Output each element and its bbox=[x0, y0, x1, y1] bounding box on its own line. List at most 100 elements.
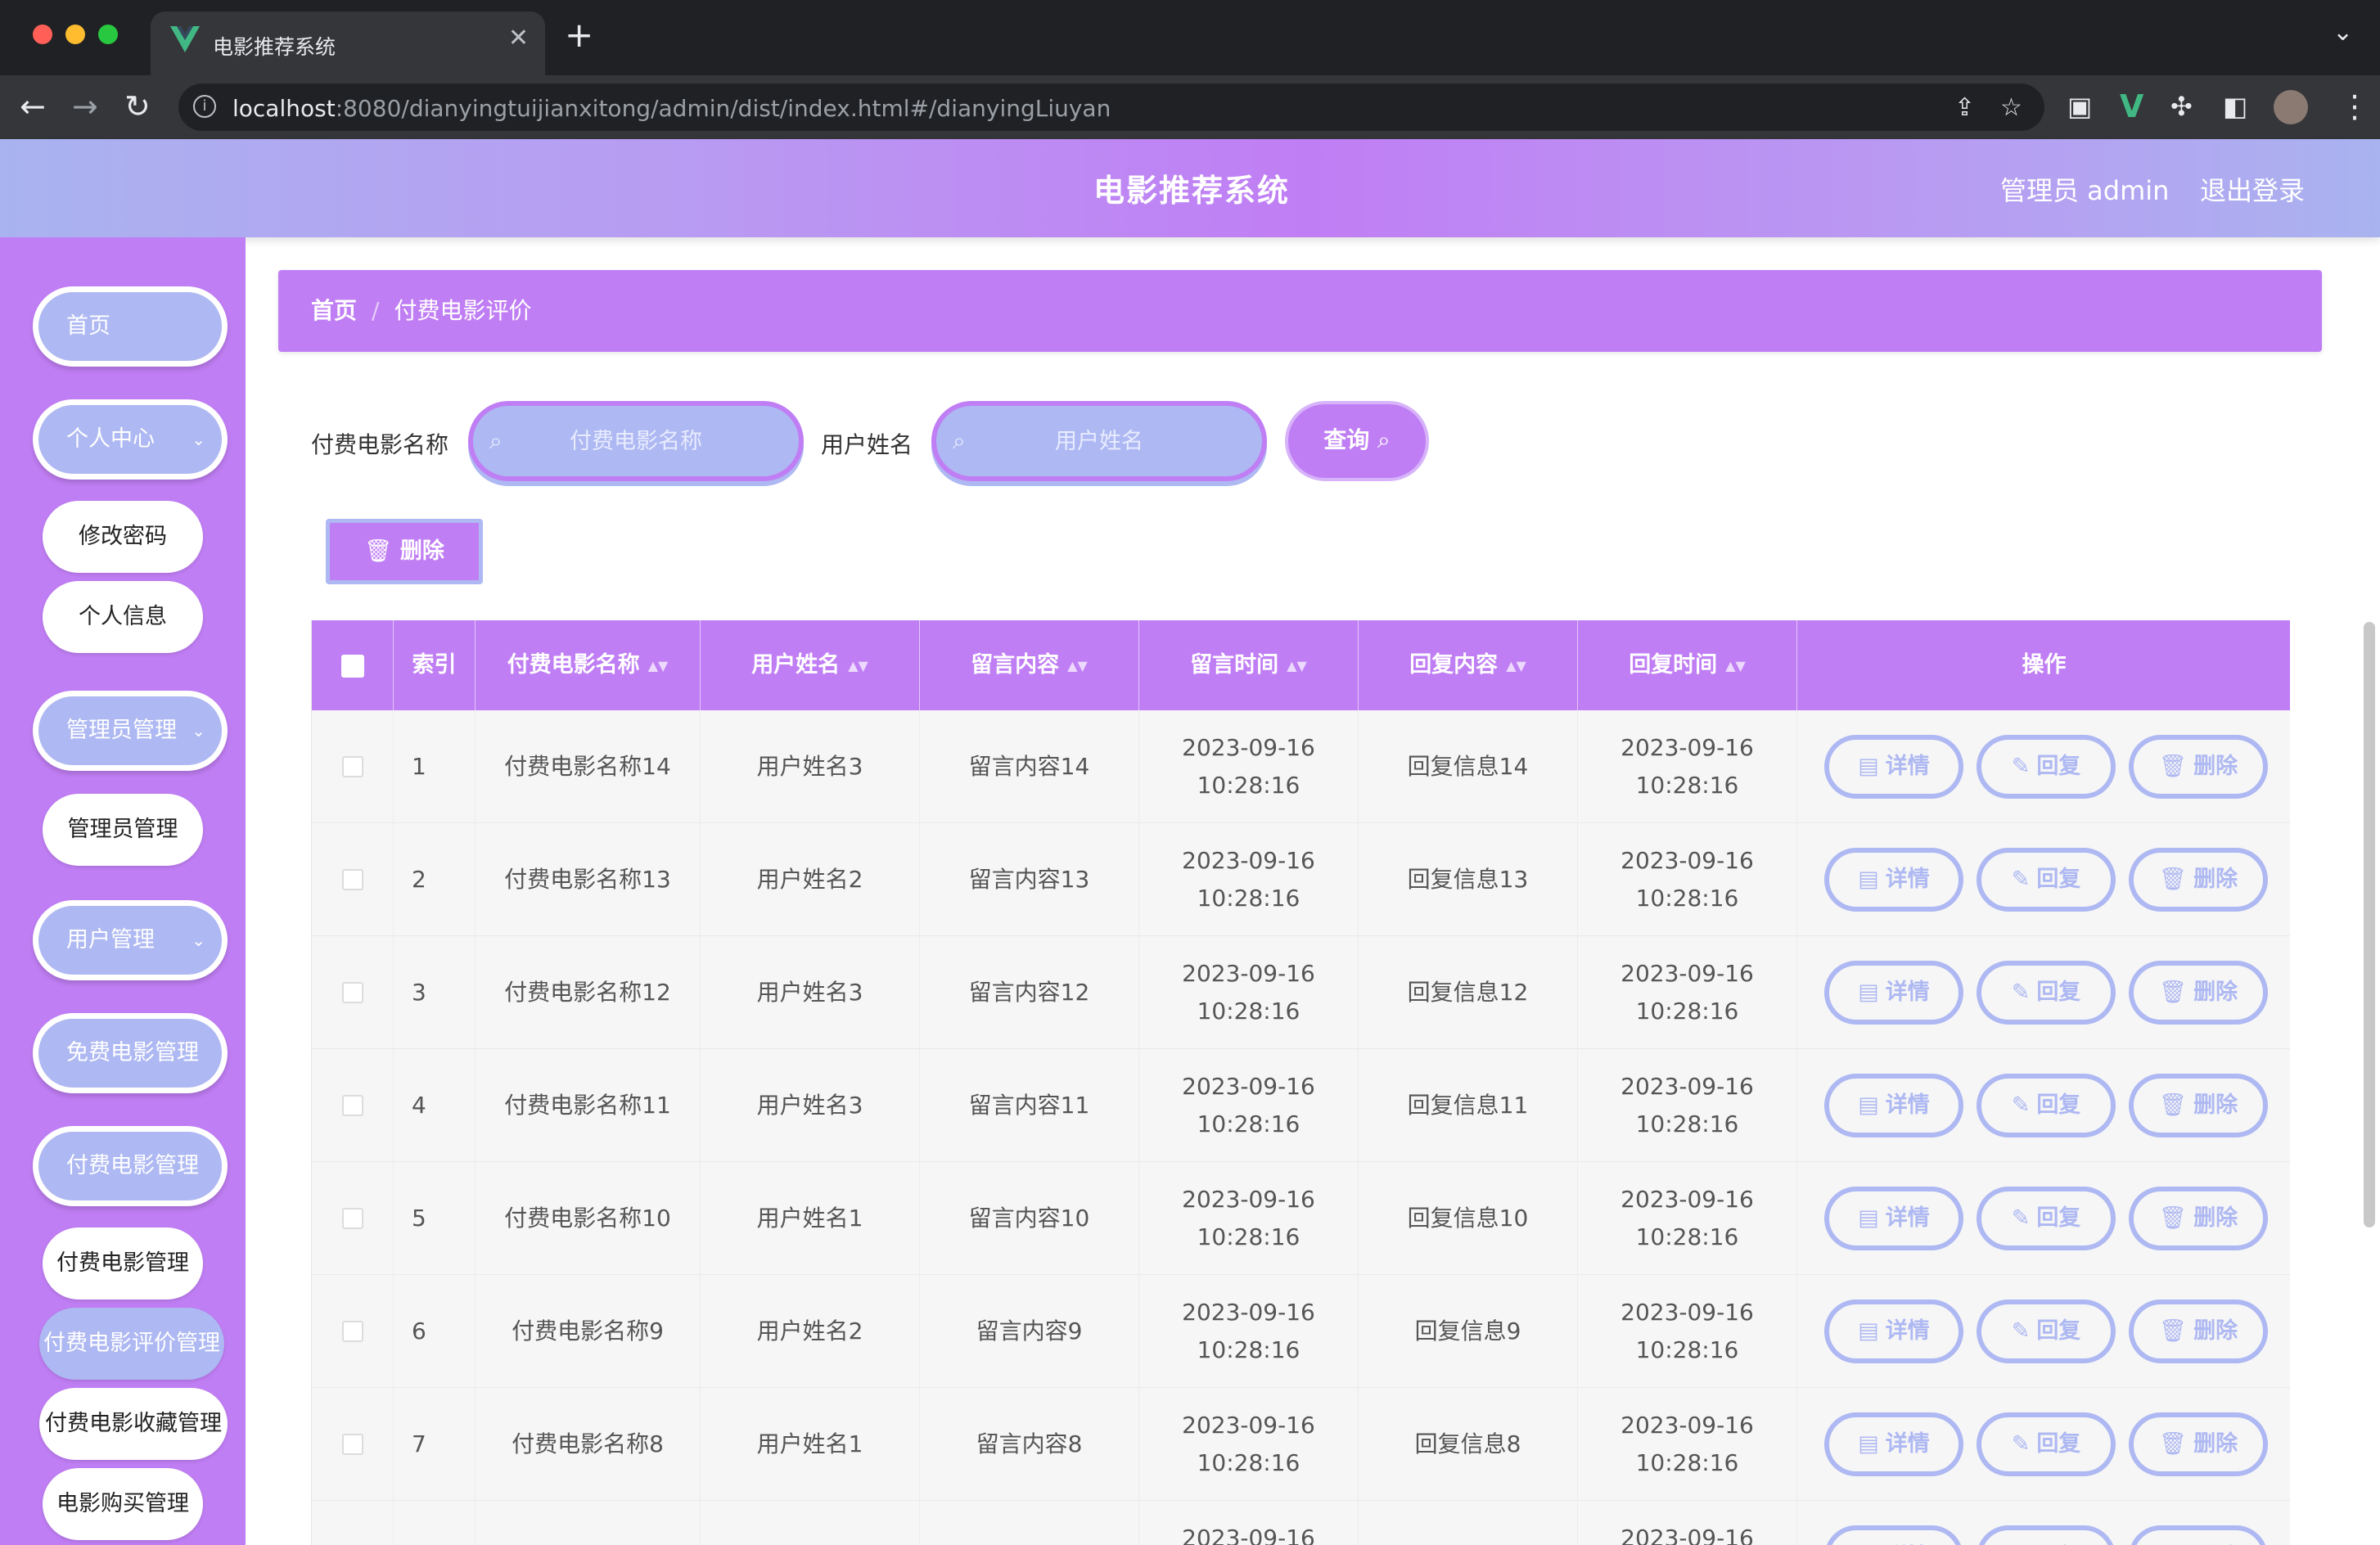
column-header-reply-time[interactable]: 回复时间 ▲▼ bbox=[1578, 620, 1797, 710]
bookmark-star-icon[interactable]: ☆ bbox=[2000, 93, 2022, 122]
sidebar-item-home[interactable]: 首页 bbox=[33, 286, 228, 367]
side-panel-icon[interactable]: ◧ bbox=[2223, 88, 2247, 124]
breadcrumb-home[interactable]: 首页 bbox=[311, 297, 357, 324]
row-checkbox[interactable] bbox=[341, 1321, 363, 1342]
column-header-actions: 操作 bbox=[2022, 652, 2067, 678]
sidebar-item-label: 管理员管理 bbox=[66, 718, 177, 743]
delete-button[interactable]: 🗑删除 bbox=[2129, 1525, 2268, 1545]
reply-button[interactable]: ✎回复 bbox=[1977, 961, 2116, 1025]
reply-time-cell-text: 2023-09-16 10:28:16 bbox=[1620, 1186, 1754, 1250]
row-checkbox[interactable] bbox=[341, 869, 363, 890]
reply-button[interactable]: ✎回复 bbox=[1977, 1412, 2116, 1476]
window-zoom-dot[interactable] bbox=[98, 25, 118, 44]
row-checkbox[interactable] bbox=[341, 756, 363, 777]
select-all-checkbox[interactable] bbox=[340, 654, 364, 678]
column-header-user[interactable]: 用户姓名 ▲▼ bbox=[701, 620, 920, 710]
sidebar-item-personal-center[interactable]: 个人中心 ⌄ bbox=[33, 399, 228, 480]
sidebar-item-movie-purchase-management[interactable]: 电影购买管理 bbox=[43, 1468, 203, 1540]
sort-arrows-icon[interactable]: ▲▼ bbox=[1287, 658, 1307, 673]
vue-devtools-icon[interactable]: V bbox=[2120, 88, 2143, 124]
tab-close-icon[interactable]: ✕ bbox=[508, 26, 529, 51]
sidebar-item-free-movie-management[interactable]: 免费电影管理 bbox=[33, 1013, 228, 1093]
sidebar-item-personal-info[interactable]: 个人信息 bbox=[43, 581, 203, 653]
sidebar-item-paid-movie-favorite-management[interactable]: 付费电影收藏管理 bbox=[39, 1388, 228, 1460]
sidebar-item-paid-movie-review-management[interactable]: 付费电影评价管理 bbox=[39, 1308, 224, 1380]
column-header-index: 索引 bbox=[394, 620, 476, 710]
message-time-cell-text: 2023-09-16 10:28:16 bbox=[1182, 1412, 1315, 1476]
window-close-dot[interactable] bbox=[33, 25, 52, 44]
sort-arrows-icon[interactable]: ▲▼ bbox=[1506, 658, 1526, 673]
delete-button[interactable]: 🗑删除 bbox=[2129, 848, 2268, 912]
column-header-message[interactable]: 留言内容 ▲▼ bbox=[920, 620, 1139, 710]
reply-button[interactable]: ✎回复 bbox=[1977, 848, 2116, 912]
sidebar-item-change-password[interactable]: 修改密码 bbox=[43, 501, 203, 573]
sidebar-item-user-management[interactable]: 用户管理 ⌄ bbox=[33, 900, 228, 980]
index-cell-text: 2 bbox=[412, 866, 426, 893]
sidebar-item-paid-movie-management[interactable]: 付费电影管理 bbox=[33, 1126, 228, 1206]
detail-button[interactable]: ▤详情 bbox=[1824, 1525, 1963, 1545]
column-header-reply[interactable]: 回复内容 ▲▼ bbox=[1359, 620, 1578, 710]
tab-search-chevron-icon[interactable]: ⌄ bbox=[2333, 18, 2353, 47]
sort-arrows-icon[interactable]: ▲▼ bbox=[1067, 658, 1088, 673]
row-checkbox[interactable] bbox=[341, 1208, 363, 1229]
profile-avatar[interactable] bbox=[2274, 90, 2308, 124]
detail-button[interactable]: ▤详情 bbox=[1824, 1074, 1963, 1137]
reload-button[interactable]: ↻ bbox=[124, 88, 151, 124]
user-name-search[interactable]: ⌕ bbox=[931, 401, 1267, 481]
movie-name-input[interactable] bbox=[473, 406, 799, 476]
delete-button[interactable]: 🗑删除 bbox=[2129, 1412, 2268, 1476]
sort-arrows-icon[interactable]: ▲▼ bbox=[1725, 658, 1746, 673]
sidebar-item-admin-management-sub[interactable]: 管理员管理 bbox=[43, 794, 203, 866]
row-checkbox[interactable] bbox=[341, 982, 363, 1003]
reply-button[interactable]: ✎回复 bbox=[1977, 1187, 2116, 1250]
delete-button[interactable]: 🗑删除 bbox=[2129, 735, 2268, 799]
sort-arrows-icon[interactable]: ▲▼ bbox=[648, 658, 669, 673]
window-minimize-dot[interactable] bbox=[65, 25, 85, 44]
delete-button[interactable]: 🗑删除 bbox=[2129, 1074, 2268, 1137]
new-tab-button[interactable]: + bbox=[565, 18, 593, 52]
address-bar[interactable]: i localhost:8080/dianyingtuijianxitong/a… bbox=[178, 83, 2044, 131]
extension-icon[interactable]: ▣ bbox=[2067, 88, 2092, 124]
row-select-cell bbox=[312, 936, 394, 1049]
user-name-input[interactable] bbox=[936, 406, 1262, 476]
detail-button[interactable]: ▤详情 bbox=[1824, 961, 1963, 1025]
puzzle-extensions-icon[interactable]: ✣ bbox=[2170, 88, 2193, 124]
share-icon[interactable]: ⇪ bbox=[1954, 93, 1975, 122]
sort-arrows-icon[interactable]: ▲▼ bbox=[848, 658, 868, 673]
delete-button[interactable]: 🗑删除 bbox=[2129, 1187, 2268, 1250]
movie-name-search[interactable]: ⌕ bbox=[468, 401, 804, 481]
query-button[interactable]: 查询 ⌕ bbox=[1285, 401, 1429, 481]
sidebar-item-admin-management[interactable]: 管理员管理 ⌄ bbox=[33, 691, 228, 771]
message-cell: 留言内容8 bbox=[920, 1388, 1139, 1501]
movie-name-cell-text: 付费电影名称8 bbox=[512, 1430, 664, 1457]
detail-button[interactable]: ▤详情 bbox=[1824, 1300, 1963, 1363]
detail-button[interactable]: ▤详情 bbox=[1824, 735, 1963, 799]
reply-button[interactable]: ✎回复 bbox=[1977, 1525, 2116, 1545]
detail-button[interactable]: ▤详情 bbox=[1824, 1187, 1963, 1250]
back-button[interactable]: ← bbox=[20, 88, 46, 124]
column-header-message-time[interactable]: 留言时间 ▲▼ bbox=[1139, 620, 1359, 710]
sidebar-item-paid-movie-management-sub[interactable]: 付费电影管理 bbox=[43, 1227, 203, 1300]
reply-button[interactable]: ✎回复 bbox=[1977, 1300, 2116, 1363]
detail-button[interactable]: ▤详情 bbox=[1824, 848, 1963, 912]
browser-menu-icon[interactable]: ⋮ bbox=[2339, 88, 2370, 124]
forward-button[interactable]: → bbox=[72, 88, 98, 124]
batch-delete-button[interactable]: 🗑 删除 bbox=[326, 519, 483, 584]
delete-button[interactable]: 🗑删除 bbox=[2129, 1300, 2268, 1363]
reply-button[interactable]: ✎回复 bbox=[1977, 735, 2116, 799]
reply-cell-text: 回复信息10 bbox=[1407, 1205, 1529, 1232]
address-url[interactable]: localhost:8080/dianyingtuijianxitong/adm… bbox=[232, 95, 1111, 122]
detail-button[interactable]: ▤详情 bbox=[1824, 1412, 1963, 1476]
table-header: 索引 付费电影名称 ▲▼ 用户姓名 ▲▼ 留言内容 ▲▼ 留言时间 ▲▼ 回复内容 ▲▼ … bbox=[312, 620, 2290, 710]
page-scrollbar[interactable] bbox=[2364, 622, 2375, 1227]
browser-tab[interactable]: 电影推荐系统 ✕ bbox=[151, 11, 545, 75]
row-checkbox[interactable] bbox=[341, 1095, 363, 1116]
site-info-icon[interactable]: i bbox=[193, 95, 216, 118]
reply-button[interactable]: ✎回复 bbox=[1977, 1074, 2116, 1137]
logout-link[interactable]: 退出登录 bbox=[2200, 170, 2305, 208]
row-checkbox[interactable] bbox=[341, 1434, 363, 1455]
column-header-movie[interactable]: 付费电影名称 ▲▼ bbox=[476, 620, 701, 710]
delete-button[interactable]: 🗑删除 bbox=[2129, 961, 2268, 1025]
breadcrumb-current: 付费电影评价 bbox=[394, 297, 532, 324]
index-cell: 3 bbox=[394, 936, 476, 1049]
